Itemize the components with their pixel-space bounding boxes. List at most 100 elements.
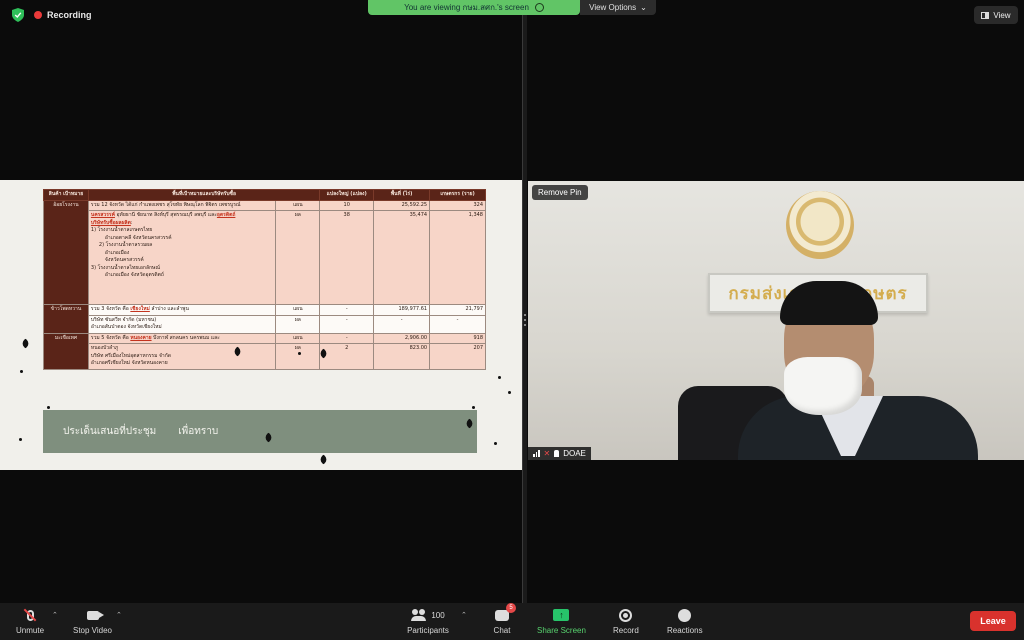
leaf-decoration	[318, 454, 329, 465]
agenda-box: ประเด็นเสนอที่ประชุม เพื่อทราบ	[43, 410, 477, 453]
viewing-banner-text: You are viewing กษม.สศก.'s screen	[404, 3, 529, 12]
farmers-cell: 918	[429, 332, 486, 344]
recording-label: Recording	[47, 10, 92, 20]
speck-decoration	[498, 376, 501, 379]
info-icon	[534, 3, 544, 12]
speck-decoration	[298, 352, 301, 355]
split-drag-handle[interactable]	[522, 312, 527, 328]
speck-decoration	[472, 406, 475, 409]
unit-cell: ผล	[275, 343, 321, 370]
video-camera-icon	[84, 607, 104, 623]
header-plots: แปลงใหญ่ (แปลง)	[319, 189, 375, 201]
table-row: หนองบัวลำภู บริษัท ศรีเมืองใหม่อุตสาหกรร…	[44, 343, 486, 370]
participant-name-tag: ✕ DOAE	[528, 447, 591, 460]
shield-icon[interactable]	[12, 8, 24, 22]
table-row: ข้าวโพดหวาน รวม 3 จังหวัด คือ เชียงใหม่ …	[43, 304, 486, 334]
table-row: บริษัท ซันสวีท จำกัด (มหาชน) อำเภอสันป่า…	[44, 314, 486, 334]
unit-cell: ผล	[275, 210, 321, 305]
view-options-button[interactable]: View Options ⌄	[580, 0, 656, 15]
participants-icon: 100	[403, 607, 453, 623]
remove-pin-button[interactable]: Remove Pin	[532, 185, 588, 200]
participants-count: 100	[431, 610, 445, 620]
microphone-muted-icon	[21, 607, 39, 623]
view-layout-button[interactable]: View	[974, 6, 1018, 24]
farmers-cell: 207	[429, 343, 486, 370]
agenda-value: เพื่อทราบ	[178, 426, 219, 437]
plots-cell: 2	[319, 343, 375, 370]
participants-button[interactable]: 100 Participants	[403, 607, 453, 635]
person-hair	[780, 281, 878, 325]
share-screen-button[interactable]: ↑ Share Screen	[537, 607, 586, 635]
plots-cell: -	[319, 314, 375, 334]
description-cell: นครสวรรค์ อุทัยธานี ชัยนาท สิงห์บุรี สุพ…	[87, 210, 277, 305]
unmute-button[interactable]: Unmute	[16, 607, 44, 635]
header-area: พื้นที่เป้าหมายและบริษัทรับซื้อ	[87, 189, 321, 201]
target-area-table: สินค้า เป้าหมาย พื้นที่เป้าหมายและบริษัท…	[43, 189, 486, 370]
plots-cell: -	[319, 332, 375, 344]
signal-bars-icon	[533, 450, 540, 457]
reactions-smiley-icon	[676, 607, 694, 623]
zoom-window: Recording You are viewing กษม.สศก.'s scr…	[0, 0, 1024, 640]
unit-cell: แผน	[275, 332, 321, 344]
speck-decoration	[494, 442, 497, 445]
chat-badge: 5	[506, 603, 516, 613]
plots-cell: 38	[319, 210, 375, 305]
shared-screen: สินค้า เป้าหมาย พื้นที่เป้าหมายและบริษัท…	[0, 170, 522, 470]
product-cell: อ้อยโรงงาน	[43, 199, 89, 305]
chat-button[interactable]: 5 Chat	[493, 603, 516, 635]
unit-cell: แผน	[275, 304, 321, 316]
record-dot-icon	[34, 11, 42, 19]
leave-button[interactable]: Leave	[970, 611, 1016, 631]
participants-options-caret[interactable]: ⌃	[461, 611, 467, 619]
view-options-label: View Options	[589, 3, 637, 12]
farmers-cell: 324	[429, 199, 486, 211]
agenda-title: ประเด็นเสนอที่ประชุม	[63, 426, 157, 437]
view-button-label: View	[993, 10, 1011, 20]
header-product: สินค้า เป้าหมาย	[43, 189, 89, 201]
product-cell: มะเขือเทศ	[43, 332, 89, 370]
unit-cell: ผล	[275, 314, 321, 334]
audio-options-caret[interactable]: ⌃	[52, 611, 58, 619]
participant-video: กรมส่งเสริมการเกษตร Remove Pin ✕ DOAE	[528, 181, 1024, 460]
recording-indicator[interactable]: Recording	[34, 10, 92, 20]
description-cell: หนองบัวลำภู บริษัท ศรีเมืองใหม่อุตสาหกรร…	[87, 343, 277, 370]
speck-decoration	[19, 438, 22, 441]
description-cell: รวม 3 จังหวัด คือ เชียงใหม่ ลำปาง และลำพ…	[87, 304, 277, 316]
plots-cell: -	[319, 304, 375, 316]
table-row: มะเขือเทศ รวม 5 จังหวัด คือ หนองคาย บึงก…	[43, 332, 486, 370]
record-label: Record	[613, 626, 639, 635]
rai-cell: 189,977.61	[373, 304, 431, 316]
video-options-caret[interactable]: ⌃	[116, 611, 122, 619]
unit-cell: แผน	[275, 199, 321, 211]
rai-cell: 2,906.00	[373, 332, 431, 344]
reactions-button[interactable]: Reactions	[667, 607, 703, 635]
record-button[interactable]: Record	[613, 607, 639, 635]
participant-name: DOAE	[563, 449, 586, 458]
speck-decoration	[508, 391, 511, 394]
table-row: นครสวรรค์ อุทัยธานี ชัยนาท สิงห์บุรี สุพ…	[44, 210, 486, 305]
farmers-cell: -	[429, 314, 486, 334]
record-icon	[617, 607, 635, 623]
description-cell: รวม 12 จังหวัด ได้แก่ กำแพงเพชร สุโขทัย …	[87, 199, 277, 211]
header-area-rai: พื้นที่ (ไร่)	[373, 189, 431, 201]
split-divider[interactable]	[522, 15, 527, 603]
header-farmers: เกษตรกร (ราย)	[429, 189, 486, 201]
chat-icon: 5	[493, 603, 516, 623]
rai-cell: 823.00	[373, 343, 431, 370]
share-screen-icon: ↑	[552, 607, 570, 623]
product-cell: ข้าวโพดหวาน	[43, 304, 89, 334]
stop-video-button[interactable]: Stop Video	[73, 607, 112, 635]
rai-cell: 25,592.25	[373, 199, 431, 211]
viewing-banner: You are viewing กษม.สศก.'s screen	[368, 0, 580, 15]
rai-cell: 35,474	[373, 210, 431, 305]
rai-cell: -	[373, 314, 431, 334]
chevron-down-icon: ⌄	[640, 3, 647, 12]
table-row: อ้อยโรงงาน รวม 12 จังหวัด ได้แก่ กำแพงเพ…	[43, 199, 486, 305]
meeting-toolbar: Unmute ⌃ Stop Video ⌃ 100 Participants ⌃…	[0, 603, 1024, 640]
speck-decoration	[47, 406, 50, 409]
farmers-cell: 21,797	[429, 304, 486, 316]
muted-mic-icon: ✕	[543, 449, 551, 458]
reactions-label: Reactions	[667, 626, 703, 635]
table-header-row: สินค้า เป้าหมาย พื้นที่เป้าหมายและบริษัท…	[43, 189, 486, 201]
participants-label: Participants	[407, 626, 449, 635]
